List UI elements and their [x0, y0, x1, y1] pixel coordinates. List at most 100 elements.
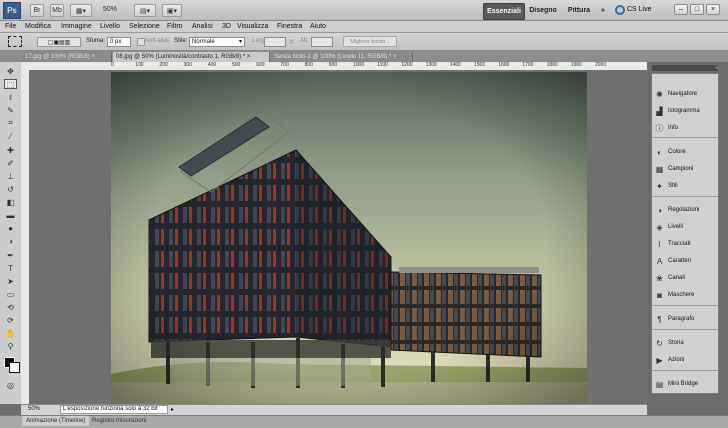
ruler-tick: 1800: [546, 62, 558, 68]
menu-livello[interactable]: Livello: [100, 21, 120, 33]
quick-select-tool-icon[interactable]: ✎: [4, 105, 17, 115]
ruler-tick: 1400: [449, 62, 461, 68]
status-message: L'esposizione funziona solo a 32 bit: [60, 405, 168, 414]
cs-live-label[interactable]: CS Live: [627, 6, 652, 13]
antialias-label: Anti-alias: [145, 38, 170, 44]
menu-finestra[interactable]: Finestra: [277, 21, 302, 33]
paragraph-icon: ¶: [657, 314, 662, 324]
antialias-checkbox[interactable]: [137, 38, 145, 46]
dock-collapse-icon[interactable]: »: [652, 65, 718, 71]
tab-registro-misurazioni[interactable]: Registro misurazioni: [88, 416, 150, 426]
bridge-button[interactable]: Br: [30, 4, 44, 17]
panel-group-divider: [652, 329, 718, 330]
hand-tool-icon[interactable]: ✋: [4, 328, 17, 338]
shape-tool-icon[interactable]: ▭: [4, 289, 17, 299]
menu-3d[interactable]: 3D: [222, 21, 231, 33]
menu-visualizza[interactable]: Visualizza: [237, 21, 268, 33]
menu-aiuto[interactable]: Aiuto: [310, 21, 326, 33]
menu-modifica[interactable]: Modifica: [25, 21, 51, 33]
height-label: Alt.:: [300, 38, 311, 44]
feather-input[interactable]: 0 px: [107, 37, 131, 47]
menu-analisi[interactable]: Analisi: [192, 21, 213, 33]
doc-tab-senza-titolo[interactable]: Senza titolo-1 @ 100% (Livello 11, RGB/8…: [271, 52, 413, 62]
doc-tab-17[interactable]: 17.jpg @ 100% (RGB/8) ×: [22, 52, 112, 62]
layers-icon: ◈: [656, 222, 663, 232]
width-input[interactable]: [264, 37, 286, 47]
eyedropper-tool-icon[interactable]: ⁄: [4, 131, 17, 141]
zoom-level[interactable]: 50%: [103, 6, 117, 13]
healing-brush-tool-icon[interactable]: ✚: [4, 145, 17, 155]
ruler-tick: 1900: [570, 62, 582, 68]
zoom-tool-icon[interactable]: ⚲: [4, 341, 17, 351]
history-brush-tool-icon[interactable]: ↺: [4, 184, 17, 194]
3d-rotate-tool-icon[interactable]: ⟲: [4, 302, 17, 312]
height-input[interactable]: [311, 37, 333, 47]
type-tool-icon[interactable]: T: [4, 263, 17, 273]
panel-mini-bridge[interactable]: ▤ Mini Bridge: [655, 377, 721, 391]
workspace-essenziali[interactable]: Essenziali: [483, 3, 525, 20]
workspace-disegno[interactable]: Disegno: [526, 3, 560, 18]
cs-live-icon[interactable]: [615, 5, 625, 15]
panel-label: Colore: [668, 149, 686, 155]
lasso-tool-icon[interactable]: ℓ: [4, 92, 17, 102]
refine-edge-button[interactable]: Migliora bordo...: [343, 36, 397, 47]
pen-tool-icon[interactable]: ✒: [4, 250, 17, 260]
marquee-tool-preset-icon[interactable]: [8, 36, 22, 47]
panel-navigatore[interactable]: ✺ Navigatore: [655, 87, 721, 101]
rect-marquee-tool-icon[interactable]: ⬚: [4, 79, 17, 89]
brush-tool-icon[interactable]: ✐: [4, 158, 17, 168]
gradient-tool-icon[interactable]: ▬: [4, 210, 17, 220]
menu-file[interactable]: File: [5, 21, 16, 33]
paths-icon: ⌇: [657, 239, 662, 249]
panel-azioni[interactable]: ▶ Azioni: [655, 353, 721, 367]
panel-label: Caratteri: [668, 258, 692, 264]
panel-istogramma[interactable]: ▟ Istogramma: [655, 104, 721, 118]
panel-regolazioni[interactable]: ◑ Regolazioni: [655, 203, 721, 217]
dodge-tool-icon[interactable]: ◑: [4, 236, 17, 246]
panel-storia[interactable]: ↻ Storia: [655, 336, 721, 350]
panel-label: Regolazioni: [668, 207, 700, 213]
panel-colore[interactable]: ◐ Colore: [655, 145, 721, 159]
menu-filtro[interactable]: Filtro: [167, 21, 183, 33]
panel-paragrafo[interactable]: ¶ Paragrafo: [655, 312, 721, 326]
panel-info[interactable]: ⓘ Info: [655, 121, 721, 135]
background-color-swatch[interactable]: [9, 362, 20, 373]
eraser-tool-icon[interactable]: ◧: [4, 197, 17, 207]
swap-icon[interactable]: ⇄: [289, 38, 294, 45]
arrange-documents-button[interactable]: ▤▾: [134, 4, 156, 17]
close-button[interactable]: ×: [706, 4, 720, 15]
minimize-button[interactable]: –: [674, 4, 688, 15]
selection-mode-buttons[interactable]: ▢▣▤▥: [37, 37, 81, 47]
panel-stili[interactable]: ✦ Stili: [655, 179, 721, 193]
clone-stamp-tool-icon[interactable]: ⊥: [4, 171, 17, 181]
tab-animazione[interactable]: Animazione (Timeline): [22, 416, 90, 426]
status-menu-icon[interactable]: ▸: [171, 406, 174, 413]
more-workspaces-icon[interactable]: »: [598, 3, 608, 18]
path-selection-tool-icon[interactable]: ➤: [4, 276, 17, 286]
status-zoom[interactable]: 50%: [28, 406, 40, 412]
panel-canali[interactable]: ❀ Canali: [655, 271, 721, 285]
building-photo[interactable]: [111, 72, 587, 404]
quick-mask-icon[interactable]: ◎: [4, 380, 17, 390]
blur-tool-icon[interactable]: ●: [4, 223, 17, 233]
menu-immagine[interactable]: Immagine: [61, 21, 92, 33]
style-select[interactable]: Normale ▾: [189, 37, 245, 47]
view-extras-button[interactable]: ▦▾: [70, 4, 92, 17]
panel-tracciati[interactable]: ⌇ Tracciati: [655, 237, 721, 251]
panel-campioni[interactable]: ▦ Campioni: [655, 162, 721, 176]
ruler-tick: 2000: [595, 62, 607, 68]
menu-selezione[interactable]: Selezione: [129, 21, 160, 33]
minibridge-button[interactable]: Mb: [50, 4, 64, 17]
panel-livelli[interactable]: ◈ Livelli: [655, 220, 721, 234]
actions-icon: ▶: [656, 355, 663, 365]
move-tool-icon[interactable]: ✥: [4, 66, 17, 76]
panel-maschere[interactable]: ◙ Maschere: [655, 288, 721, 302]
panel-caratteri[interactable]: A Caratteri: [655, 254, 721, 268]
maximize-button[interactable]: □: [690, 4, 704, 15]
workspace-pittura[interactable]: Pittura: [562, 3, 596, 18]
3d-orbit-tool-icon[interactable]: ⟳: [4, 315, 17, 325]
doc-tab-08[interactable]: 08.jpg @ 50% (Luminosità/contrasto 1, RG…: [113, 52, 270, 62]
crop-tool-icon[interactable]: ⌗: [4, 118, 17, 128]
screen-mode-button[interactable]: ▣▾: [162, 4, 182, 17]
ruler-tick: 1000: [353, 62, 365, 68]
